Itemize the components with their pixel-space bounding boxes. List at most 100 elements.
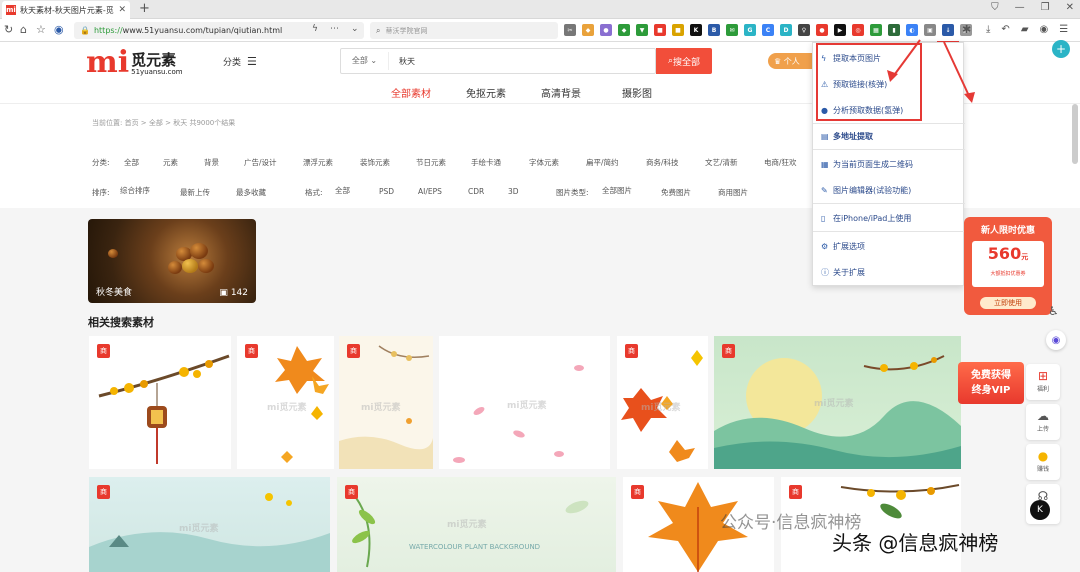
leaf-icon[interactable]: ◆: [618, 24, 630, 36]
filter-category-item[interactable]: 字体元素: [529, 157, 559, 168]
filter-category-item[interactable]: 商务/科技: [646, 157, 679, 168]
filter-category-item[interactable]: 漂浮元素: [303, 157, 333, 168]
ai-icon[interactable]: ◉: [54, 24, 64, 36]
imgtype-option[interactable]: 免费图片: [661, 187, 691, 198]
new-user-promo[interactable]: 新人限时优惠 560元 大额抵扣优惠券 立即使用: [964, 217, 1052, 315]
format-option[interactable]: AI/EPS: [418, 187, 442, 196]
download-tray-icon[interactable]: ⤓: [986, 24, 990, 35]
material-card[interactable]: 商 mi觅元素: [617, 336, 708, 469]
url-actions: ϟ ⋯ ⌄: [312, 24, 358, 34]
scissors-icon[interactable]: ✂: [564, 24, 576, 36]
filter-category-item[interactable]: 装饰元素: [360, 157, 390, 168]
d-icon[interactable]: D: [780, 24, 792, 36]
search-input[interactable]: 秋天: [389, 56, 415, 67]
menu-item-image-editor[interactable]: ✎ 图片编辑器(试验功能): [821, 185, 911, 196]
site-search-box[interactable]: 全部 ⌄ 秋天: [340, 48, 656, 74]
bag-icon[interactable]: ▰: [1021, 24, 1029, 35]
profile-icon[interactable]: ◉: [1040, 24, 1049, 35]
sidebar-earn[interactable]: ● 赚钱: [1026, 444, 1060, 480]
filter-category-item[interactable]: 文艺/清新: [705, 157, 738, 168]
undo-icon[interactable]: ↶: [1001, 24, 1009, 35]
material-card[interactable]: 商 mi觅元素: [89, 477, 330, 572]
promo-use-button[interactable]: 立即使用: [980, 297, 1036, 309]
filter-category-item[interactable]: 背景: [204, 157, 219, 168]
imgtype-option[interactable]: 全部图片: [602, 185, 632, 196]
scrollbar[interactable]: [1072, 104, 1078, 164]
material-card[interactable]: 商 mi觅元素: [237, 336, 334, 469]
menu-item-about[interactable]: ⓘ 关于扩展: [821, 267, 865, 278]
filter-category-item[interactable]: 手绘卡通: [471, 157, 501, 168]
format-option[interactable]: CDR: [468, 187, 484, 196]
filter-category-item[interactable]: 节日元素: [416, 157, 446, 168]
more-icon[interactable]: ⋯: [330, 24, 339, 34]
new-tab-button[interactable]: +: [139, 2, 150, 16]
b-icon[interactable]: B: [708, 24, 720, 36]
menu-item-qrcode[interactable]: ▦ 为当前页面生成二维码: [821, 159, 913, 170]
floating-plus-icon[interactable]: +: [1052, 40, 1070, 58]
filter-category-item[interactable]: 全部: [124, 157, 139, 168]
hero-card[interactable]: 秋冬美食 ▣ 142: [88, 219, 256, 303]
format-option[interactable]: PSD: [379, 187, 394, 196]
watermark: mi觅元素: [507, 401, 547, 411]
logo-en: 51yuansu.com: [131, 68, 183, 76]
accessibility-icon[interactable]: ♿: [1048, 304, 1059, 318]
format-option[interactable]: 3D: [508, 187, 519, 196]
promo-title: 新人限时优惠: [980, 226, 1035, 236]
format-option[interactable]: 全部: [335, 185, 350, 196]
menu-item-options[interactable]: ⚙ 扩展选项: [821, 241, 865, 252]
commercial-badge: 商: [345, 485, 358, 499]
category-menu[interactable]: 分类 ☰: [223, 55, 257, 68]
search-button[interactable]: ⌕ 搜全部: [656, 48, 712, 74]
c-icon[interactable]: C: [762, 24, 774, 36]
store-icon[interactable]: ■: [672, 24, 684, 36]
k-icon[interactable]: K: [690, 24, 702, 36]
menu-item-iphone[interactable]: ▯ 在iPhone/iPad上使用: [821, 213, 911, 224]
download-icon[interactable]: ▼: [636, 24, 648, 36]
assistant-icon[interactable]: ◉: [1046, 330, 1066, 350]
menu-item-multi-url[interactable]: ▤ 多地址提取: [821, 131, 873, 142]
close-window-icon[interactable]: ✕: [1066, 2, 1074, 13]
home-icon[interactable]: ⌂: [20, 24, 27, 36]
tab-all-materials[interactable]: 全部素材: [391, 85, 431, 100]
minimize-icon[interactable]: —: [1015, 2, 1025, 13]
sidebar-welfare[interactable]: ⊞ 福利: [1026, 364, 1060, 400]
sidebar-upload[interactable]: ☁ 上传: [1026, 404, 1060, 440]
image-count-icon: ▣: [219, 288, 228, 298]
sort-option[interactable]: 最多收藏: [236, 187, 266, 198]
chevron-down-icon[interactable]: ⌄: [351, 24, 359, 34]
bulb-icon[interactable]: ♀: [798, 24, 810, 36]
site-logo[interactable]: mi 觅元素 51yuansu.com: [86, 48, 183, 78]
tab-photography[interactable]: 摄影图: [622, 85, 652, 100]
star-icon[interactable]: ☆: [36, 24, 46, 36]
filter-format-label: 格式:: [305, 188, 323, 197]
bolt-icon[interactable]: ϟ: [312, 24, 318, 34]
imgtype-option[interactable]: 商用图片: [718, 187, 748, 198]
material-card[interactable]: 商 WATERCOLOUR PLANT BACKGROUND mi觅元素: [337, 477, 616, 572]
material-card[interactable]: 商 mi觅元素: [339, 336, 433, 469]
close-tab-icon[interactable]: ✕: [118, 5, 126, 15]
search-scope-select[interactable]: 全部 ⌄: [341, 52, 389, 70]
sort-option[interactable]: 综合排序: [120, 185, 150, 196]
menu-icon[interactable]: ☰: [1059, 24, 1068, 35]
chat-icon[interactable]: ●: [600, 24, 612, 36]
vip-promo[interactable]: 免费获得 终身VIP: [958, 362, 1024, 404]
refresh-icon[interactable]: ↻: [4, 24, 13, 36]
mail-icon[interactable]: ✉: [726, 24, 738, 36]
material-card[interactable]: mi觅元素: [439, 336, 610, 469]
sort-option[interactable]: 最新上传: [180, 187, 210, 198]
tshirt-icon[interactable]: ⛉: [991, 2, 999, 13]
gamepad-icon[interactable]: ◆: [582, 24, 594, 36]
material-card[interactable]: 商 mi觅元素: [714, 336, 961, 469]
filter-category-item[interactable]: 电商/狂欢: [764, 157, 797, 168]
filter-category-item[interactable]: 元素: [163, 157, 178, 168]
filter-category-item[interactable]: 扁平/简约: [586, 157, 619, 168]
restore-icon[interactable]: ❐: [1041, 2, 1050, 13]
g-icon[interactable]: G: [744, 24, 756, 36]
tab-hd-background[interactable]: 高清背景: [541, 85, 581, 100]
gift-icon[interactable]: ■: [654, 24, 666, 36]
tab-cutout[interactable]: 免抠元素: [466, 85, 506, 100]
browser-tab[interactable]: mi 秋天素材-秋天图片元素-觅元素 ✕: [2, 1, 130, 19]
browser-search[interactable]: ⌕ 蒂沃学院官网: [370, 22, 558, 39]
material-card[interactable]: 商: [89, 336, 231, 469]
filter-category-item[interactable]: 广告/设计: [244, 157, 277, 168]
